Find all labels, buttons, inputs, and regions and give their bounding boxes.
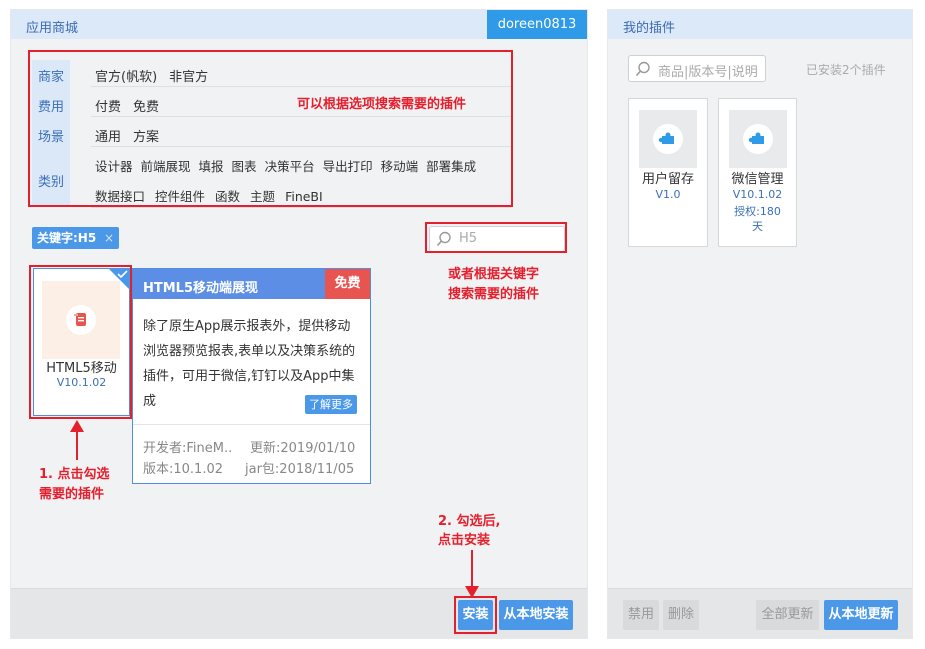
step2-text-1: 2. 勾选后, <box>438 514 501 529</box>
step2-text-2: 点击安装 <box>438 533 491 548</box>
installed-plugin-license: 授权:180 <box>734 205 781 218</box>
installed-count: 已安装2个插件 <box>806 63 886 77</box>
my-plugins-search-input[interactable]: 商品|版本号|说明 <box>628 55 766 82</box>
puzzle-icon <box>748 132 764 144</box>
app-store-header: 应用商城 doreen0813 <box>11 10 587 39</box>
search-icon <box>635 61 650 77</box>
detail-jar: jar包:2018/11/05 <box>245 462 355 477</box>
detail-updated: 更新:2019/01/10 <box>250 441 356 456</box>
divider <box>91 207 511 208</box>
description-line: 除了原生App展示报表外，提供移动 <box>143 319 351 334</box>
detail-header: HTML5移动端展现 免费 <box>133 269 370 299</box>
delete-button[interactable]: 删除 <box>663 600 699 630</box>
step1-text-2: 需要的插件 <box>39 487 105 502</box>
detail-title: HTML5移动端展现 <box>143 281 259 296</box>
installed-plugin-card[interactable]: 微信管理 V10.1.02 授权:180 天 <box>718 98 797 247</box>
installed-plugin-card[interactable]: 用户留存 V1.0 <box>628 98 708 247</box>
free-badge: 免费 <box>325 269 370 299</box>
detail-developer: 开发者:FineM.. <box>143 441 233 456</box>
installed-plugin-name: 微信管理 <box>731 172 784 187</box>
plugin-annotation-box <box>29 265 132 419</box>
installed-plugin-license: 天 <box>752 220 763 233</box>
keyword-filter-tag[interactable]: 关键字:H5 × <box>32 227 119 249</box>
learn-more-button[interactable]: 了解更多 <box>305 395 357 414</box>
user-name-badge[interactable]: doreen0813 <box>487 10 587 39</box>
filter-annotation-text: 可以根据选项搜索需要的插件 <box>297 97 467 112</box>
detail-version: 版本:10.1.02 <box>143 462 223 477</box>
app-store-title: 应用商城 <box>26 21 79 36</box>
install-local-button[interactable]: 从本地安装 <box>499 600 573 630</box>
installed-plugin-version: V10.1.02 <box>732 188 783 201</box>
description-line: 浏览器预览报表,表单以及决策系统的 <box>143 344 356 359</box>
search-annotation-text-2: 搜索需要的插件 <box>448 287 540 302</box>
search-annotation-box <box>425 222 567 253</box>
plugin-icon-area <box>729 110 787 168</box>
update-local-button[interactable]: 从本地更新 <box>824 600 898 630</box>
my-plugins-title: 我的插件 <box>623 21 676 36</box>
close-icon[interactable]: × <box>104 227 114 249</box>
install-annotation-box <box>454 596 497 634</box>
search-annotation-text-1: 或者根据关键字 <box>448 267 540 282</box>
filter-annotation-box <box>28 50 513 207</box>
plugin-detail-popup: HTML5移动端展现 免费 除了原生App展示报表外，提供移动 浏览器预览报表,… <box>132 268 371 484</box>
plugin-icon-area <box>639 110 697 168</box>
update-all-button[interactable]: 全部更新 <box>756 600 819 630</box>
installed-plugin-version: V1.0 <box>655 188 681 201</box>
keyword-tag-label: 关键字:H5 <box>37 231 97 245</box>
puzzle-icon <box>658 132 674 144</box>
search-placeholder: 商品|版本号|说明 <box>658 65 758 80</box>
disable-button[interactable]: 禁用 <box>623 600 659 630</box>
plugin-icon <box>743 124 773 154</box>
description-line: 插件，可用于微信,钉钉以及App中集 <box>143 369 355 384</box>
my-plugins-header: 我的插件 <box>608 10 912 39</box>
divider <box>133 424 370 425</box>
installed-plugin-name: 用户留存 <box>641 172 694 187</box>
plugin-icon <box>653 124 683 154</box>
step1-text-1: 1. 点击勾选 <box>39 467 110 482</box>
up-arrow-icon <box>70 420 84 432</box>
